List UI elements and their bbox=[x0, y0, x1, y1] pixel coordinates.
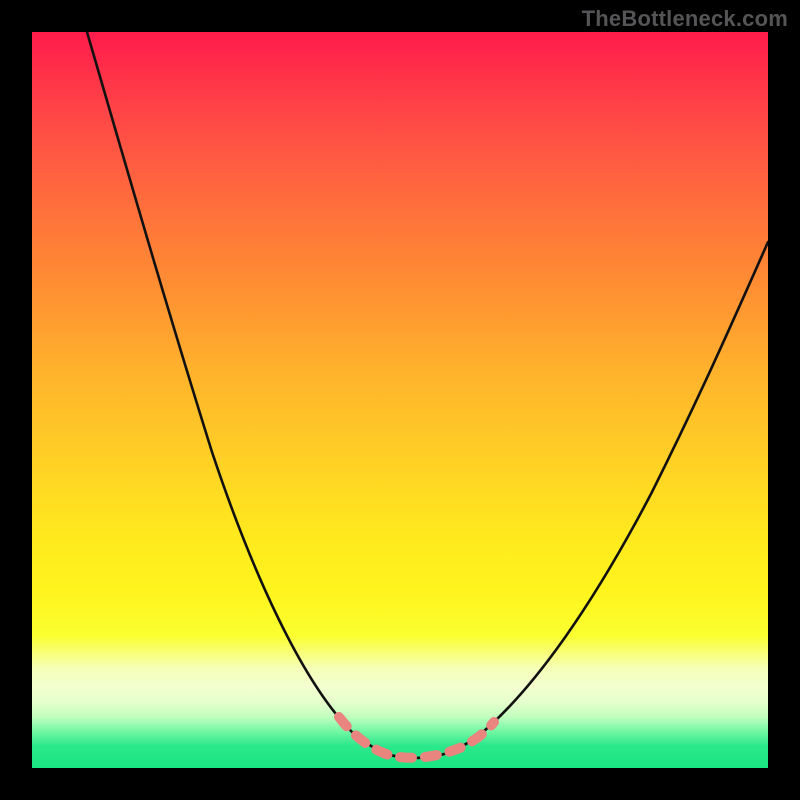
plot-area bbox=[32, 32, 768, 768]
curve-svg bbox=[32, 32, 768, 768]
watermark-text: TheBottleneck.com bbox=[582, 6, 788, 32]
chart-frame: TheBottleneck.com bbox=[0, 0, 800, 800]
bottleneck-curve bbox=[87, 32, 768, 758]
optimum-marker bbox=[339, 717, 494, 758]
